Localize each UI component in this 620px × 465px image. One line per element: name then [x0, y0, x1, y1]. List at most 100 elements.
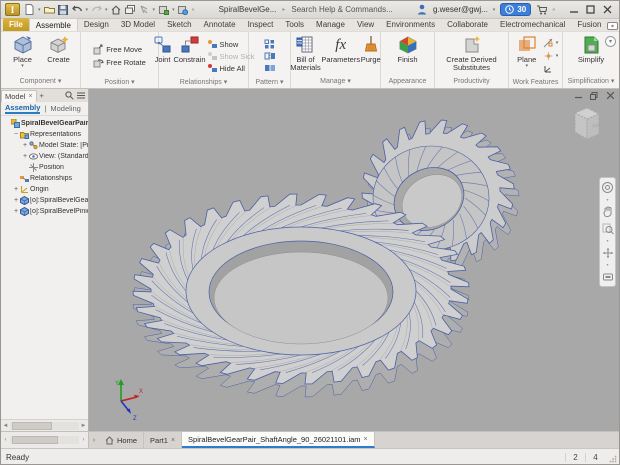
- redo-caret-icon[interactable]: ▾: [105, 7, 108, 13]
- browser-tree-item[interactable]: Position: [1, 162, 88, 173]
- ribbon-tab-manage[interactable]: Manage: [310, 18, 351, 31]
- browser-tab-model[interactable]: Model×: [1, 90, 37, 102]
- browser-tree-item[interactable]: Relationships: [1, 173, 88, 184]
- ribbon-tab-inspect[interactable]: Inspect: [242, 18, 280, 31]
- tree-expander-icon[interactable]: +: [12, 197, 20, 204]
- free-move-button[interactable]: Free Move: [93, 44, 146, 55]
- bscroll-left-icon[interactable]: ‹: [2, 437, 9, 443]
- relationships-group-label[interactable]: Relationships ▾: [159, 78, 248, 88]
- tree-expander-icon[interactable]: −: [12, 131, 20, 138]
- simplification-group-label[interactable]: Simplification ▾: [563, 77, 619, 88]
- doc-title-arrow-icon[interactable]: ▸: [282, 6, 285, 13]
- ribbon-tab-assemble[interactable]: Assemble: [29, 18, 78, 31]
- assembly-tab-close-icon[interactable]: ×: [364, 436, 368, 443]
- selection-tool-icon[interactable]: [139, 4, 150, 15]
- ucs-button[interactable]: [543, 64, 559, 75]
- subtab-modeling[interactable]: Modeling: [50, 104, 80, 113]
- browser-search-icon[interactable]: [64, 91, 74, 101]
- save-icon[interactable]: [58, 4, 69, 15]
- minimize-button[interactable]: [566, 3, 581, 17]
- ribbon-tab-view[interactable]: View: [351, 18, 380, 31]
- undo-caret-icon[interactable]: ▾: [86, 7, 89, 13]
- create-button[interactable]: Create: [42, 34, 76, 64]
- parameters-button[interactable]: fx Parameters: [323, 34, 359, 64]
- scroll-thumb[interactable]: [12, 422, 52, 430]
- scroll-left-icon[interactable]: ◄: [2, 423, 9, 429]
- hide-all-relationships-button[interactable]: Hide All: [207, 63, 255, 74]
- close-button[interactable]: [600, 3, 615, 17]
- orbit-icon[interactable]: [601, 246, 614, 259]
- search-input[interactable]: Search Help & Commands...: [291, 5, 392, 14]
- ribbon-tab-collaborate[interactable]: Collaborate: [441, 18, 494, 31]
- manage-group-label[interactable]: Manage ▾: [291, 77, 380, 88]
- document-minimize-button[interactable]: [573, 91, 583, 100]
- component-group-label[interactable]: Component ▾: [1, 77, 80, 88]
- look-at-icon[interactable]: [601, 270, 614, 283]
- document-close-button[interactable]: [605, 91, 615, 100]
- selection-caret-icon[interactable]: ▾: [153, 7, 156, 13]
- ribbon-display-options-icon[interactable]: [607, 20, 618, 31]
- inventor-logo-icon[interactable]: I: [5, 3, 20, 16]
- signed-in-user[interactable]: g.weser@gwj...: [433, 5, 488, 14]
- browser-tree-item[interactable]: −Representations: [1, 129, 88, 140]
- ribbon-tab-3d-model[interactable]: 3D Model: [115, 18, 161, 31]
- constrain-button[interactable]: Constrain: [175, 34, 205, 64]
- navigation-wheel-icon[interactable]: [601, 181, 614, 194]
- bscroll-right-icon[interactable]: ›: [80, 437, 87, 443]
- open-file-icon[interactable]: [44, 4, 55, 15]
- material-icon[interactable]: [158, 4, 169, 15]
- browser-tab-close-icon[interactable]: ×: [28, 93, 32, 100]
- ribbon-tab-sketch[interactable]: Sketch: [161, 18, 197, 31]
- ribbon-tab-file[interactable]: File: [3, 18, 29, 31]
- scroll-right-icon[interactable]: ►: [80, 423, 87, 429]
- browser-tree-item[interactable]: +[o]:SpiralBevelGear_S: [1, 195, 88, 206]
- browser-tree-item[interactable]: +Model State: [Prim: [1, 140, 88, 151]
- ribbon-tab-environments[interactable]: Environments: [380, 18, 441, 31]
- switch-window-icon[interactable]: [125, 4, 136, 15]
- part1-tab-close-icon[interactable]: ×: [171, 437, 175, 444]
- purge-button[interactable]: Purge: [361, 34, 381, 64]
- place-button[interactable]: Place ▾: [6, 34, 40, 68]
- document-tab-assembly[interactable]: SpiralBevelGearPair_ShaftAngle_90_260211…: [182, 432, 375, 448]
- browser-hscrollbar[interactable]: ◄ ►: [1, 419, 88, 431]
- point-button[interactable]: ▾: [543, 51, 559, 62]
- home-icon[interactable]: [111, 4, 122, 15]
- mirror-button[interactable]: [264, 51, 275, 62]
- ribbon-tab-fusion[interactable]: Fusion: [571, 18, 607, 31]
- copy-button[interactable]: [264, 63, 275, 74]
- new-file-icon[interactable]: [24, 4, 35, 15]
- viewport[interactable]: TOP ▾ ▾ ▾ X Y Z: [89, 89, 619, 431]
- tree-expander-icon[interactable]: +: [21, 153, 29, 160]
- tree-expander-icon[interactable]: +: [12, 186, 20, 193]
- pattern-group-label[interactable]: Pattern ▾: [249, 78, 290, 88]
- ribbon-tab-tools[interactable]: Tools: [279, 18, 310, 31]
- axis-button[interactable]: ▾: [543, 38, 559, 49]
- subtab-assembly[interactable]: Assembly: [5, 103, 40, 114]
- bscroll-thumb[interactable]: [12, 436, 58, 444]
- cart-icon[interactable]: [536, 4, 547, 15]
- show-relationships-button[interactable]: Show: [207, 39, 255, 50]
- document-tab-part1[interactable]: Part1 ×: [144, 432, 182, 448]
- position-group-label[interactable]: Position ▾: [81, 78, 158, 88]
- browser-menu-icon[interactable]: [76, 91, 86, 101]
- browser-tree-item[interactable]: +Origin: [1, 184, 88, 195]
- material-caret-icon[interactable]: ▾: [172, 7, 175, 13]
- show-sick-relationships-button[interactable]: Show Sick: [207, 51, 255, 62]
- maximize-button[interactable]: [583, 3, 598, 17]
- undo-icon[interactable]: [72, 4, 83, 15]
- create-derived-substitutes-button[interactable]: Create Derived Substitutes: [439, 34, 505, 72]
- browser-tree-item[interactable]: +View: (Standard): [1, 151, 88, 162]
- tree-expander-icon[interactable]: +: [21, 142, 29, 149]
- new-file-caret-icon[interactable]: ▾: [38, 7, 41, 13]
- bill-of-materials-button[interactable]: Bill of Materials: [290, 34, 320, 72]
- redo-icon[interactable]: [91, 4, 102, 15]
- home-tab[interactable]: Home: [99, 432, 144, 448]
- tree-expander-icon[interactable]: +: [12, 208, 20, 215]
- browser-tree-item[interactable]: SpiralBevelGearPair_Sh: [1, 118, 88, 129]
- ribbon-collapse-button[interactable]: ▾: [605, 36, 616, 47]
- finish-button[interactable]: Finish: [390, 34, 426, 64]
- browser-bottom-scrollbar[interactable]: ‹ ›: [1, 432, 89, 448]
- model-canvas[interactable]: [89, 89, 619, 431]
- zoom-icon[interactable]: [601, 222, 614, 235]
- titlebar-more-icon[interactable]: »: [552, 7, 555, 13]
